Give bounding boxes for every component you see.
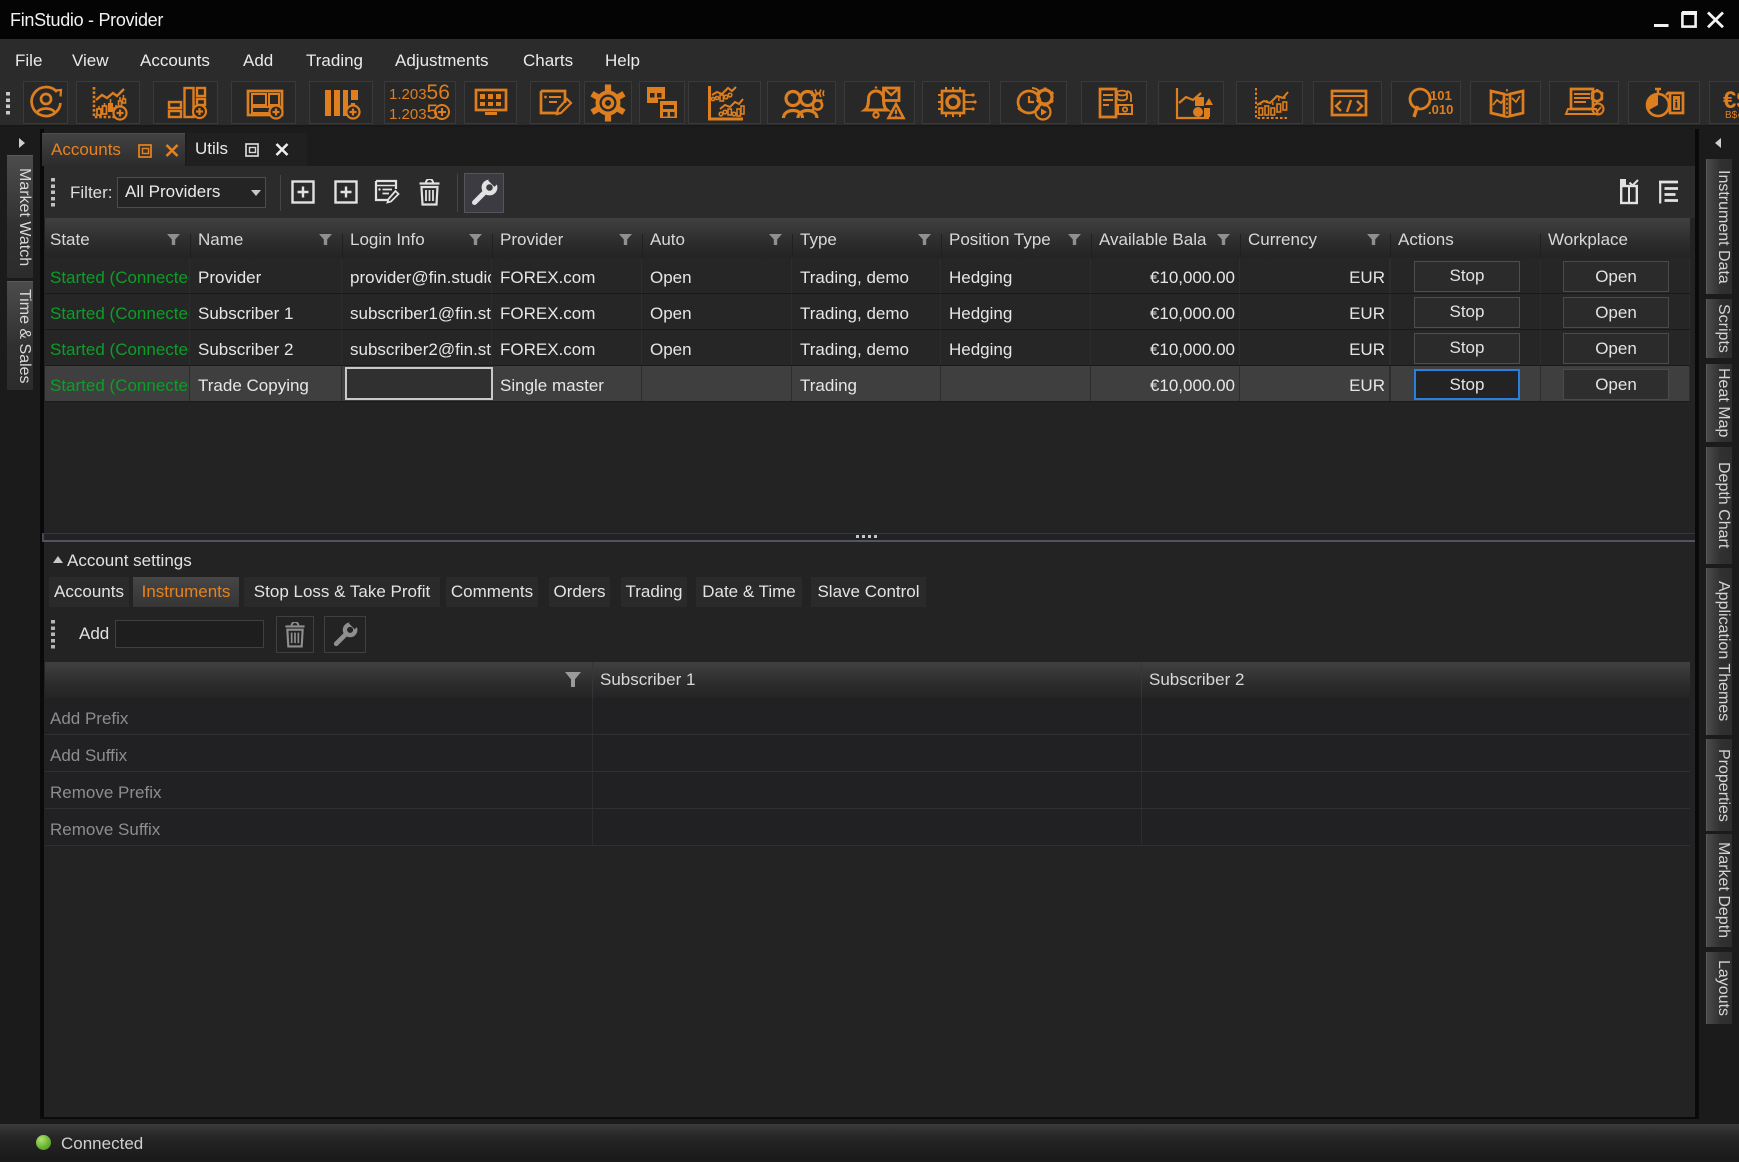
svg-text:B$●: B$● <box>1725 110 1739 121</box>
svg-text:.010: .010 <box>1428 102 1453 117</box>
svg-text:101: 101 <box>1430 88 1452 103</box>
